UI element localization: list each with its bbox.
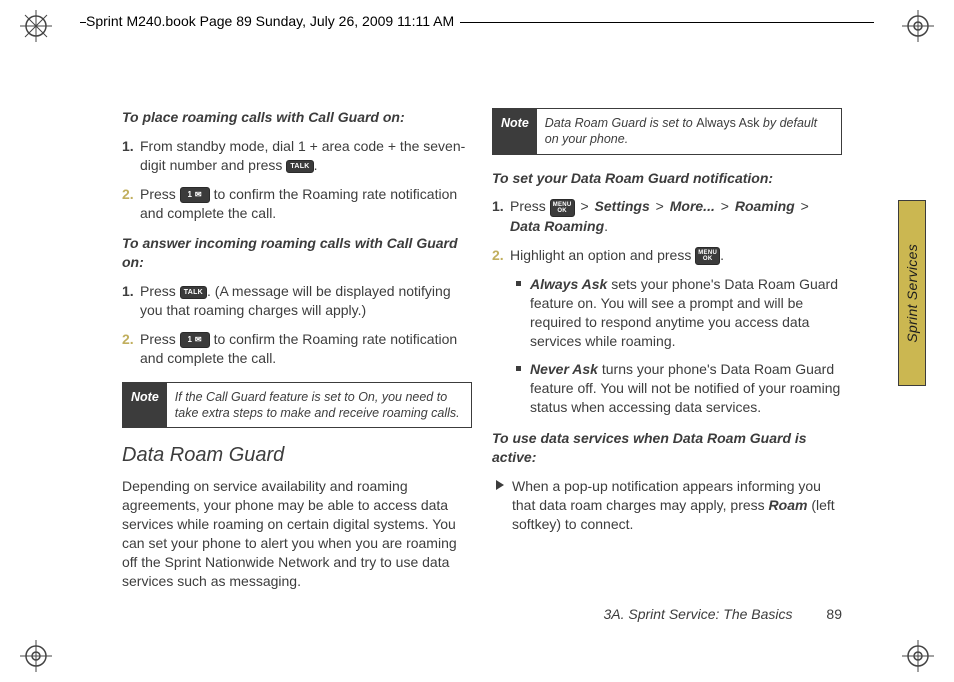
- note-text: If the Call Guard feature is set to On, …: [167, 383, 471, 428]
- menu-ok-key-icon: MENUOK: [695, 247, 720, 265]
- talk-key-icon: TALK: [286, 160, 313, 173]
- menu-ok-key-icon: MENUOK: [550, 199, 575, 217]
- step-item: 1. Press TALK. (A message will be displa…: [140, 282, 472, 320]
- instruction-heading: To place roaming calls with Call Guard o…: [122, 108, 472, 127]
- framemaker-header: Sprint M240.book Page 89 Sunday, July 26…: [86, 13, 460, 29]
- sub-bullet: Always Ask sets your phone's Data Roam G…: [530, 275, 842, 351]
- instruction-heading: To set your Data Roam Guard notification…: [492, 169, 842, 188]
- sub-bullet: Never Ask turns your phone's Data Roam G…: [530, 360, 842, 417]
- note-label: Note: [493, 109, 537, 154]
- one-key-icon: 1 ✉: [180, 332, 210, 348]
- step-text: Press: [140, 331, 180, 347]
- body-paragraph: Depending on service availability and ro…: [122, 477, 472, 590]
- step-text: .: [604, 218, 608, 234]
- path-separator: >: [715, 198, 735, 214]
- path-separator: >: [650, 198, 670, 214]
- crop-mark-icon: [902, 10, 934, 42]
- step-text: Highlight an option and press: [510, 247, 695, 263]
- step-text: Press: [510, 198, 550, 214]
- step-text: .: [720, 247, 724, 263]
- note-box: Note Data Roam Guard is set to Always As…: [492, 108, 842, 155]
- step-item: 2. Press 1 ✉ to confirm the Roaming rate…: [140, 185, 472, 223]
- page-content: To place roaming calls with Call Guard o…: [122, 108, 842, 601]
- step-number: 1.: [122, 282, 134, 301]
- action-bullet: When a pop-up notification appears infor…: [512, 477, 842, 534]
- section-tab: Sprint Services: [898, 200, 926, 386]
- note-text: Data Roam Guard is set to Always Ask by …: [537, 109, 841, 154]
- crop-mark-icon: [902, 640, 934, 672]
- note-text-bold: Always Ask: [696, 116, 759, 130]
- crop-mark-icon: [20, 10, 52, 42]
- step-number: 1.: [492, 197, 504, 216]
- menu-path: More...: [670, 198, 715, 214]
- softkey-name: Roam: [769, 497, 808, 513]
- footer-section: 3A. Sprint Service: The Basics: [603, 606, 792, 622]
- step-item: 1. From standby mode, dial 1 + area code…: [140, 137, 472, 175]
- step-item: 2. Press 1 ✉ to confirm the Roaming rate…: [140, 330, 472, 368]
- option-name: Never Ask: [530, 361, 598, 377]
- right-column: Note Data Roam Guard is set to Always As…: [492, 108, 842, 601]
- menu-path: Data Roaming: [510, 218, 604, 234]
- step-text: Press: [140, 186, 180, 202]
- menu-path: Settings: [595, 198, 650, 214]
- note-text-segment: Data Roam Guard is set to: [545, 116, 696, 130]
- page-footer: 3A. Sprint Service: The Basics 89: [603, 606, 842, 622]
- step-number: 1.: [122, 137, 134, 156]
- path-separator: >: [578, 198, 594, 214]
- step-number: 2.: [122, 185, 134, 204]
- talk-key-icon: TALK: [180, 286, 207, 299]
- section-tab-label: Sprint Services: [904, 244, 920, 343]
- left-column: To place roaming calls with Call Guard o…: [122, 108, 472, 601]
- instruction-heading: To answer incoming roaming calls with Ca…: [122, 234, 472, 272]
- page-number: 89: [826, 606, 842, 622]
- instruction-heading: To use data services when Data Roam Guar…: [492, 429, 842, 467]
- step-text: Press: [140, 283, 180, 299]
- note-box: Note If the Call Guard feature is set to…: [122, 382, 472, 429]
- menu-path: Roaming: [735, 198, 795, 214]
- step-item: 1. Press MENUOK > Settings > More... > R…: [510, 197, 842, 235]
- path-separator: >: [795, 198, 811, 214]
- step-number: 2.: [492, 246, 504, 265]
- subsection-heading: Data Roam Guard: [122, 442, 472, 469]
- step-item: 2. Highlight an option and press MENUOK.…: [510, 246, 842, 418]
- option-name: Always Ask: [530, 276, 607, 292]
- one-key-icon: 1 ✉: [180, 187, 210, 203]
- note-label: Note: [123, 383, 167, 428]
- crop-mark-icon: [20, 640, 52, 672]
- step-text: .: [314, 157, 318, 173]
- step-number: 2.: [122, 330, 134, 349]
